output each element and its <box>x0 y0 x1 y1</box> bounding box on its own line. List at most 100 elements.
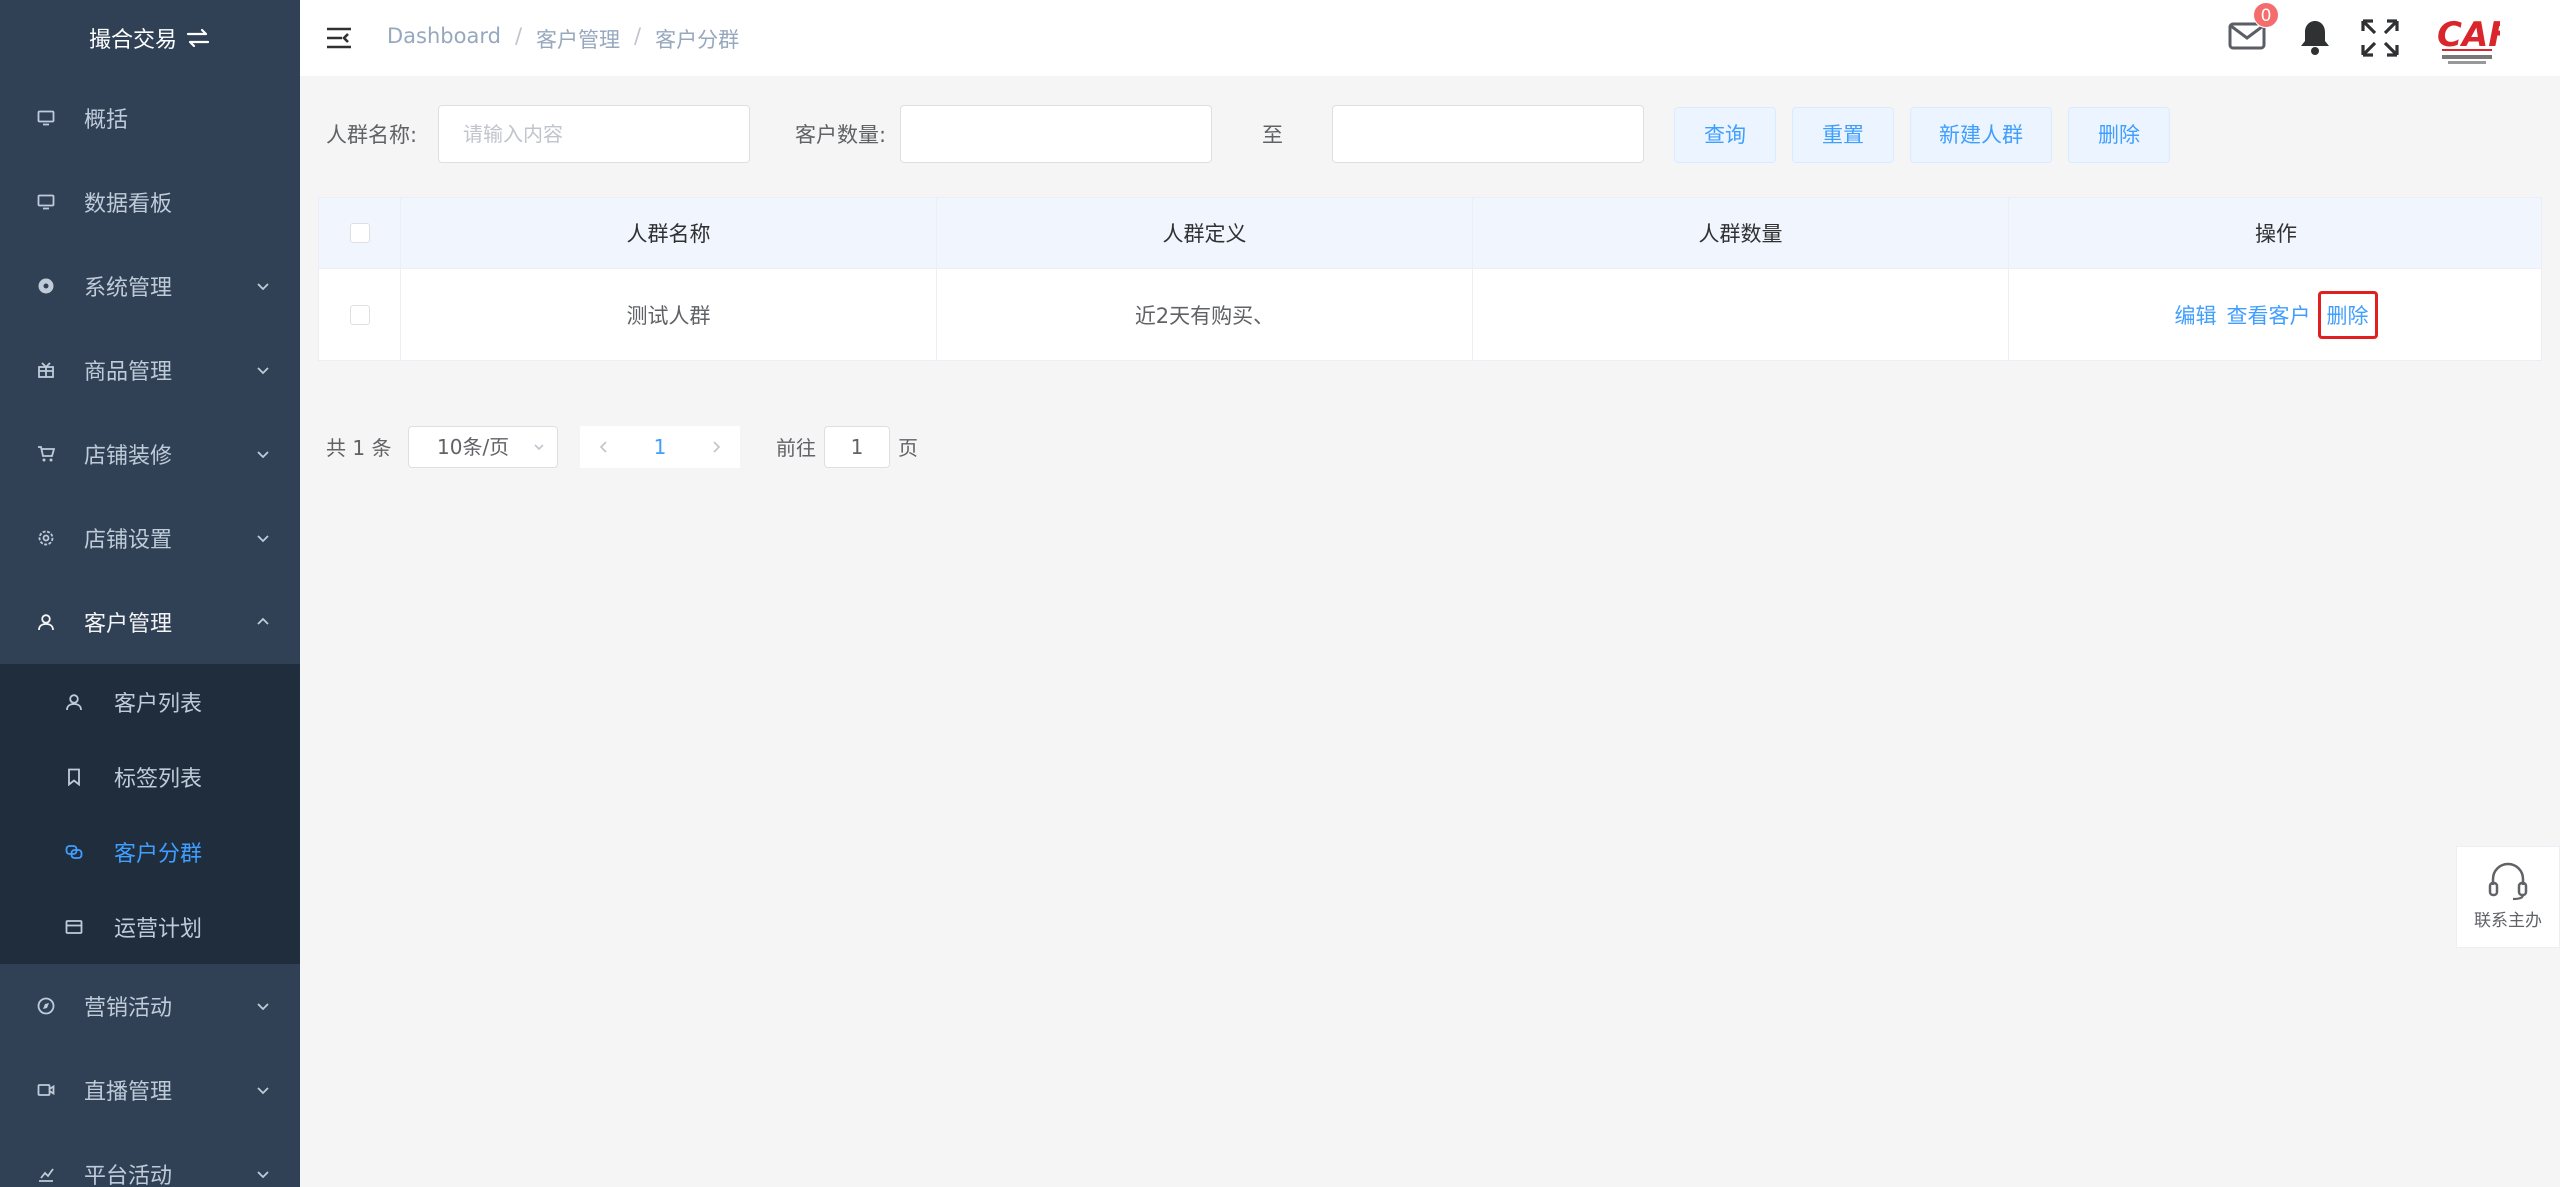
query-button[interactable]: 查询 <box>1674 107 1776 163</box>
sidebar-item-dashboard[interactable]: 数据看板 <box>0 160 300 244</box>
switch-icon[interactable] <box>185 27 211 49</box>
chevron-right-icon[interactable] <box>710 440 722 454</box>
contact-label: 联系主办 <box>2474 911 2542 931</box>
sidebar-item-label: 商品管理 <box>84 360 173 385</box>
gear-icon <box>36 528 56 548</box>
chevron-down-icon <box>534 444 544 451</box>
segment-count-cell <box>1473 269 2009 361</box>
monitor-icon <box>36 192 56 212</box>
sidebar-subitem-label: 客户分群 <box>114 841 203 867</box>
sidebar-item-decoration[interactable]: 店铺装修 <box>0 412 300 496</box>
goto-page-input[interactable]: 1 <box>824 426 890 468</box>
select-all-cell <box>319 198 401 268</box>
sidebar-subitem-label: 运营计划 <box>114 916 203 942</box>
contact-organizer-widget[interactable]: 联系主办 <box>2456 846 2560 948</box>
card-icon <box>64 917 84 937</box>
sidebar-subitem-customer-list[interactable]: 客户列表 <box>0 664 300 739</box>
sidebar-subitem-operation-plan[interactable]: 运营计划 <box>0 889 300 964</box>
segment-name-label: 人群名称: <box>326 123 418 147</box>
sidebar-item-label: 店铺设置 <box>84 528 173 553</box>
sidebar-item-label: 平台活动 <box>84 1164 173 1187</box>
customer-count-min-input[interactable] <box>900 105 1212 163</box>
chevron-down-icon <box>257 451 269 459</box>
reset-button[interactable]: 重置 <box>1792 107 1894 163</box>
view-customers-link[interactable]: 查看客户 <box>2227 300 2311 330</box>
customer-count-max-input[interactable] <box>1332 105 1644 163</box>
segment-name-cell: 测试人群 <box>401 269 937 361</box>
chevron-down-icon <box>257 1087 269 1095</box>
logo-icon: CAF <box>2437 15 2500 64</box>
column-header: 人群定义 <box>937 198 1473 268</box>
sidebar-item-overview[interactable]: 概括 <box>0 76 300 160</box>
range-to-label: 至 <box>1262 123 1283 147</box>
segment-name-input[interactable]: 请输入内容 <box>438 105 750 163</box>
video-camera-icon <box>36 1080 56 1100</box>
row-checkbox[interactable] <box>349 305 370 325</box>
filter-bar: 人群名称: 请输入内容 客户数量: 至 查询 重置 新建人群 删除 <box>300 104 2560 166</box>
sidebar-item-label: 营销活动 <box>84 996 173 1021</box>
table-row: 测试人群 近2天有购买、 编辑 查看客户 删除 <box>319 268 2541 361</box>
link-icon <box>64 842 84 862</box>
breadcrumb: Dashboard / 客户管理 / 客户分群 <box>387 24 739 54</box>
headset-icon <box>2488 862 2528 901</box>
pagination: 共 1 条 10条/页 1 前往 1 页 <box>300 426 1100 470</box>
sidebar-header[interactable]: 撮合交易 <box>0 0 300 76</box>
total-count: 共 1 条 <box>326 436 392 460</box>
actions-cell: 编辑 查看客户 删除 <box>2009 269 2543 361</box>
user-icon <box>36 612 56 632</box>
chevron-left-icon[interactable] <box>598 440 610 454</box>
sidebar-item-goods[interactable]: 商品管理 <box>0 328 300 412</box>
page-size-select[interactable]: 10条/页 <box>408 426 558 468</box>
fullscreen-icon[interactable] <box>2360 18 2400 58</box>
page-suffix-label: 页 <box>898 436 918 460</box>
hamburger-icon[interactable] <box>326 26 352 50</box>
column-header: 人群名称 <box>401 198 937 268</box>
chevron-down-icon <box>257 283 269 291</box>
row-select-cell <box>319 269 401 361</box>
sidebar-title: 撮合交易 <box>88 28 177 53</box>
breadcrumb-item: 客户分群 <box>655 28 740 52</box>
breadcrumb-separator: / <box>514 24 523 48</box>
goto-label: 前往 <box>776 436 816 460</box>
breadcrumb-item[interactable]: 客户管理 <box>536 24 620 54</box>
sidebar-item-label: 数据看板 <box>84 192 173 217</box>
breadcrumb-separator: / <box>634 24 642 48</box>
sidebar-subitem-label: 标签列表 <box>114 766 203 792</box>
sidebar-item-label: 概括 <box>84 108 129 133</box>
bell-icon[interactable] <box>2298 18 2332 56</box>
sidebar-item-platform[interactable]: 平台活动 <box>0 1132 300 1187</box>
sidebar-item-shop-settings[interactable]: 店铺设置 <box>0 496 300 580</box>
batch-delete-button[interactable]: 删除 <box>2068 107 2170 163</box>
sidebar-subitem-label: 客户列表 <box>114 691 203 717</box>
page-navigator: 1 <box>580 426 740 468</box>
sidebar-subitem-segments[interactable]: 客户分群 <box>0 814 300 889</box>
customer-count-label: 客户数量: <box>795 123 887 147</box>
sidebar-item-live[interactable]: 直播管理 <box>0 1048 300 1132</box>
table-header: 人群名称 人群定义 人群数量 操作 <box>319 198 2541 268</box>
sidebar-item-system[interactable]: 系统管理 <box>0 244 300 328</box>
breadcrumb-item[interactable]: Dashboard <box>387 24 501 54</box>
page-number-current[interactable]: 1 <box>650 426 670 468</box>
select-all-checkbox[interactable] <box>349 223 370 243</box>
bookmark-icon <box>64 767 84 787</box>
top-navbar: Dashboard / 客户管理 / 客户分群 0 CAF <box>300 0 2560 76</box>
sidebar-item-label: 店铺装修 <box>84 444 173 469</box>
sidebar-item-marketing[interactable]: 营销活动 <box>0 964 300 1048</box>
gift-icon <box>36 360 56 380</box>
cart-icon <box>36 444 56 464</box>
sidebar-item-label: 直播管理 <box>84 1080 173 1105</box>
chevron-down-icon <box>257 1171 269 1179</box>
column-header: 操作 <box>2255 222 2297 246</box>
sidebar-item-customers[interactable]: 客户管理 <box>0 580 300 664</box>
monitor-icon <box>36 108 56 128</box>
sidebar-subitem-tag-list[interactable]: 标签列表 <box>0 739 300 814</box>
sidebar: 撮合交易 概括 数据看板 系统管理 商品管理 店铺装修 店铺设置 客户管理 客户 <box>0 0 300 1187</box>
delete-link[interactable]: 删除 <box>2317 291 2378 339</box>
edit-link[interactable]: 编辑 <box>2175 300 2217 330</box>
column-header: 人群数量 <box>1473 198 2009 268</box>
create-segment-button[interactable]: 新建人群 <box>1910 107 2052 163</box>
chevron-down-icon <box>257 367 269 375</box>
chevron-down-icon <box>257 1003 269 1011</box>
mail-badge: 0 <box>2253 2 2279 28</box>
sidebar-item-label: 系统管理 <box>84 276 173 301</box>
